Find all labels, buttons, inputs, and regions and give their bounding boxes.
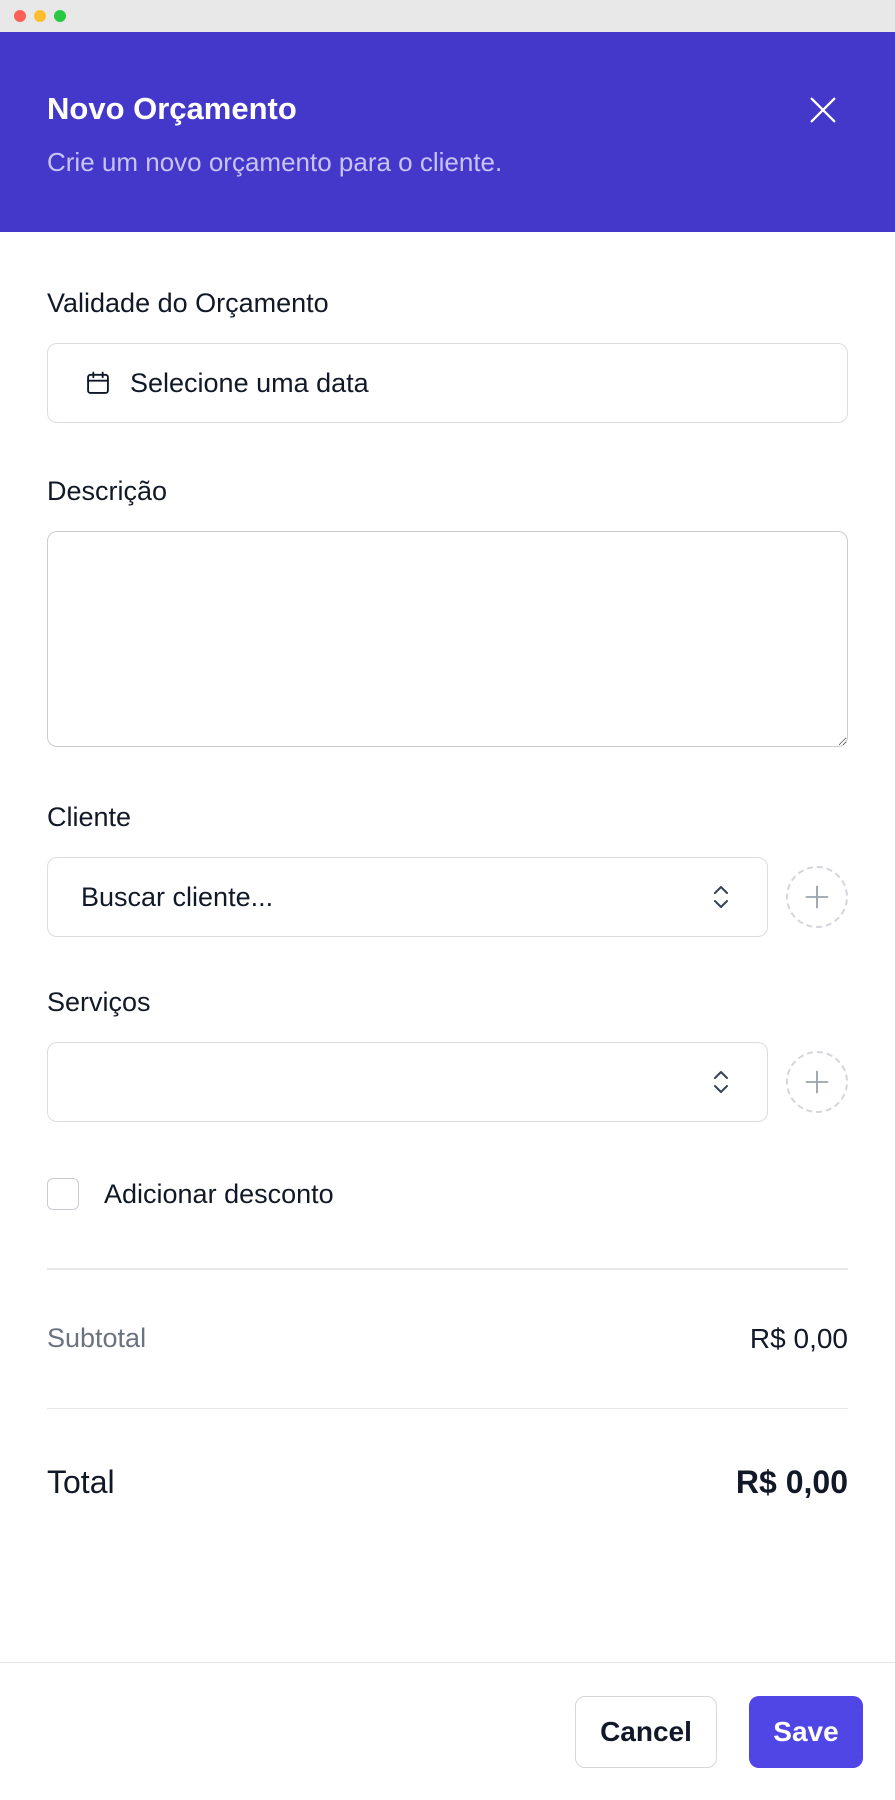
discount-label[interactable]: Adicionar desconto <box>104 1179 334 1210</box>
total-label: Total <box>47 1463 115 1500</box>
dialog-footer: Cancel Save <box>0 1662 895 1800</box>
dialog-subtitle: Crie um novo orçamento para o cliente. <box>47 147 503 178</box>
subtotal-row: Subtotal R$ 0,00 <box>47 1270 848 1408</box>
calendar-icon <box>87 371 109 394</box>
chevron-up-down-icon <box>714 1071 728 1093</box>
chevron-up-down-icon <box>714 886 728 908</box>
subtotal-value: R$ 0,00 <box>749 1322 848 1354</box>
close-icon <box>810 97 836 123</box>
add-client-button[interactable] <box>786 866 848 928</box>
dialog-window: Novo Orçamento Crie um novo orçamento pa… <box>0 0 895 1800</box>
client-label: Cliente <box>47 802 132 832</box>
discount-row: Adicionar desconto <box>47 1178 848 1210</box>
dialog-body: Validade do Orçamento Selecione uma data… <box>0 232 895 1555</box>
description-textarea[interactable] <box>47 531 848 747</box>
validity-label: Validade do Orçamento <box>47 288 329 318</box>
dialog-header: Novo Orçamento Crie um novo orçamento pa… <box>0 32 895 232</box>
client-placeholder: Buscar cliente... <box>81 881 274 912</box>
services-row <box>47 1042 848 1122</box>
plus-icon <box>805 1070 829 1094</box>
window-close-dot[interactable] <box>14 10 26 22</box>
client-row: Buscar cliente... <box>47 857 848 937</box>
dialog-title: Novo Orçamento <box>47 91 297 126</box>
window-titlebar <box>0 0 895 32</box>
client-combobox[interactable]: Buscar cliente... <box>47 857 768 937</box>
close-button[interactable] <box>801 88 845 132</box>
services-label: Serviços <box>47 987 151 1017</box>
date-placeholder: Selecione uma data <box>130 367 369 398</box>
subtotal-label: Subtotal <box>47 1323 147 1353</box>
plus-icon <box>805 885 829 909</box>
window-maximize-dot[interactable] <box>54 10 66 22</box>
total-value: R$ 0,00 <box>735 1463 848 1500</box>
add-service-button[interactable] <box>786 1051 848 1113</box>
discount-checkbox[interactable] <box>47 1178 79 1210</box>
window-minimize-dot[interactable] <box>34 10 46 22</box>
date-picker-button[interactable]: Selecione uma data <box>47 343 848 423</box>
services-combobox[interactable] <box>47 1042 768 1122</box>
save-button[interactable]: Save <box>749 1696 863 1768</box>
total-row: Total R$ 0,00 <box>47 1409 848 1555</box>
cancel-button[interactable]: Cancel <box>575 1696 717 1768</box>
description-label: Descrição <box>47 476 168 506</box>
